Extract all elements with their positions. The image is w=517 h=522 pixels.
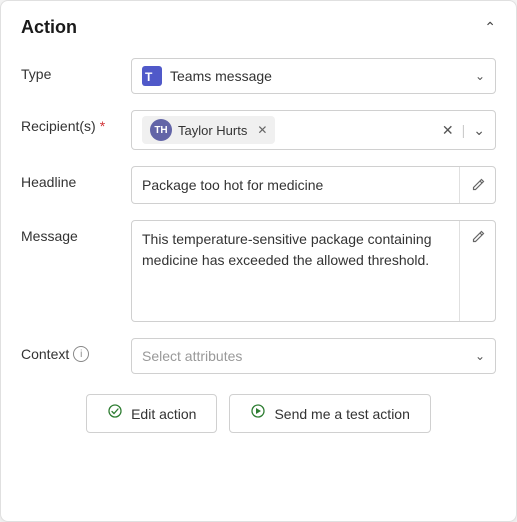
panel-title: Action: [21, 17, 77, 38]
headline-input-wrap: [131, 166, 496, 204]
footer-buttons: Edit action Send me a test action: [21, 394, 496, 433]
required-indicator: *: [100, 118, 105, 134]
message-label: Message: [21, 220, 131, 244]
context-info-icon[interactable]: i: [73, 346, 89, 362]
message-control: This temperature-sensitive package conta…: [131, 220, 496, 322]
type-dropdown-chevron: ⌄: [475, 69, 485, 83]
headline-row: Headline: [21, 166, 496, 204]
context-dropdown[interactable]: Select attributes ⌄: [131, 338, 496, 374]
svg-text:T: T: [145, 70, 153, 84]
action-panel: Action ⌃ Type T Teams message ⌄ Recipien…: [0, 0, 517, 522]
avatar: TH: [150, 119, 172, 141]
recipient-box[interactable]: TH Taylor Hurts ✕ ✕ | ⌄: [131, 110, 496, 150]
type-label: Type: [21, 58, 131, 82]
headline-label: Headline: [21, 166, 131, 190]
teams-icon: T: [142, 66, 162, 86]
message-row: Message This temperature-sensitive packa…: [21, 220, 496, 322]
recipient-control: TH Taylor Hurts ✕ ✕ | ⌄: [131, 110, 496, 150]
context-row: Context i Select attributes ⌄: [21, 338, 496, 374]
edit-action-icon: [107, 403, 123, 424]
context-dropdown-chevron: ⌄: [475, 349, 485, 363]
collapse-icon[interactable]: ⌃: [484, 19, 496, 36]
headline-edit-icon[interactable]: [459, 167, 495, 203]
recipients-dropdown-chevron[interactable]: ⌄: [473, 122, 485, 139]
panel-header: Action ⌃: [21, 17, 496, 38]
headline-input[interactable]: [132, 170, 459, 200]
test-action-button[interactable]: Send me a test action: [229, 394, 430, 433]
message-textarea[interactable]: This temperature-sensitive package conta…: [132, 221, 459, 321]
recipient-actions: ✕ | ⌄: [442, 122, 485, 139]
type-row: Type T Teams message ⌄: [21, 58, 496, 94]
test-action-icon: [250, 403, 266, 424]
context-label: Context i: [21, 338, 131, 362]
context-placeholder: Select attributes: [142, 348, 242, 364]
edit-action-button[interactable]: Edit action: [86, 394, 217, 433]
context-control: Select attributes ⌄: [131, 338, 496, 374]
headline-control: [131, 166, 496, 204]
remove-recipient-button[interactable]: ✕: [257, 123, 267, 137]
recipient-tag: TH Taylor Hurts ✕: [142, 116, 275, 144]
clear-recipients-button[interactable]: ✕: [442, 122, 454, 139]
message-edit-icon[interactable]: [459, 221, 495, 321]
type-control: T Teams message ⌄: [131, 58, 496, 94]
recipient-label: Recipient(s) *: [21, 110, 131, 134]
recipient-row: Recipient(s) * TH Taylor Hurts ✕ ✕ | ⌄: [21, 110, 496, 150]
recipient-name: Taylor Hurts: [178, 123, 247, 138]
type-dropdown[interactable]: T Teams message ⌄: [131, 58, 496, 94]
message-textarea-wrap: This temperature-sensitive package conta…: [131, 220, 496, 322]
